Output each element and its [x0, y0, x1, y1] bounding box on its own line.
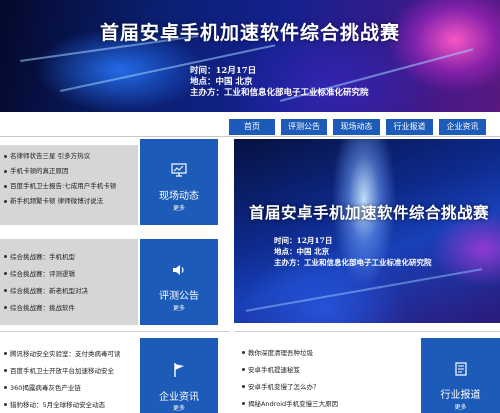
document-icon: [454, 362, 467, 376]
news-link[interactable]: 腾讯移动安全实验室：支付类病毒可读: [0, 346, 138, 363]
divider: [234, 331, 500, 332]
news-link[interactable]: 揭秘Android手机变慢三大原因: [238, 396, 418, 413]
nav-company[interactable]: 企业资讯: [439, 119, 486, 135]
industry-news-panel: 教你深度清理吾种垃圾 安卓手机提速秘笈 安卓手机变慢了怎么办？ 揭秘Androi…: [238, 343, 418, 413]
monitor-icon: [171, 163, 187, 177]
banner-title: 首届安卓手机加速软件综合挑战赛: [100, 22, 401, 44]
news-link[interactable]: 教你深度清理吾种垃圾: [238, 345, 418, 362]
live-news-panel: 名律师状告三星 引多方热议 手机卡顿的真正原因 百度手机卫士报告:七成用户手机卡…: [0, 145, 138, 225]
news-link[interactable]: 综合挑战赛：新老机型对决: [0, 283, 138, 300]
news-link[interactable]: 安卓手机变慢了怎么办？: [238, 379, 418, 396]
news-link[interactable]: 安卓手机提速秘笈: [238, 362, 418, 379]
light-streak-decoration: [245, 268, 483, 312]
feature-time: 时间：12月17日: [274, 236, 333, 245]
news-link[interactable]: 名律师状告三星 引多方热议: [0, 149, 138, 164]
feature-title: 首届安卓手机加速软件综合挑战赛: [248, 203, 489, 222]
category-title: 行业报道: [440, 390, 481, 401]
news-link[interactable]: 新手机频繁卡顿 律师微博讨说法: [0, 194, 138, 209]
nav-industry[interactable]: 行业报道: [386, 119, 433, 135]
more-link[interactable]: 更多: [140, 403, 218, 412]
feature-organizer: 主办方：工业和信息化部电子工业标准化研究院: [274, 258, 432, 267]
header-banner: 首届安卓手机加速软件综合挑战赛 时间：12月17日 地点：中国 北京 主办方：工…: [0, 0, 500, 112]
nav-review[interactable]: 评测公告: [281, 119, 327, 135]
nav-live[interactable]: 现场动态: [333, 119, 380, 135]
banner-organizer: 主办方：工业和信息化部电子工业标准化研究院: [190, 88, 369, 98]
category-title: 现场动态: [159, 191, 199, 202]
more-link[interactable]: 更多: [140, 303, 218, 312]
news-link[interactable]: 综合挑战赛：评测逻辑: [0, 266, 138, 283]
flag-icon: [174, 363, 184, 377]
news-link[interactable]: 百度手机卫士报告:七成用户手机卡顿: [0, 179, 138, 194]
news-link[interactable]: 百度手机卫士开放平台加速移动安全: [0, 363, 138, 380]
speaker-icon: [173, 265, 184, 275]
category-review[interactable]: 评测公告 更多: [140, 239, 218, 325]
more-link[interactable]: 更多: [140, 203, 218, 212]
news-link[interactable]: 360揭露病毒灰色产业链: [0, 380, 138, 397]
divider: [0, 136, 500, 137]
feature-location: 地点：中国 北京: [274, 247, 330, 256]
nav-home[interactable]: 首页: [229, 119, 275, 135]
category-live[interactable]: 现场动态 更多: [140, 139, 218, 225]
review-news-panel: 综合挑战赛：手机机型 综合挑战赛：评测逻辑 综合挑战赛：新老机型对决 综合挑战赛…: [0, 239, 138, 325]
category-title: 评测公告: [159, 291, 199, 302]
news-link[interactable]: 手机卡顿的真正原因: [0, 164, 138, 179]
more-link[interactable]: 更多: [421, 402, 500, 411]
category-company[interactable]: 企业资讯 更多: [140, 338, 218, 413]
news-link[interactable]: 综合挑战赛：挑战软件: [0, 300, 138, 317]
main-nav: 首页 评测公告 现场动态 行业报道 企业资讯: [229, 119, 486, 135]
category-title: 企业资讯: [159, 392, 199, 403]
category-industry[interactable]: 行业报道 更多: [421, 338, 500, 413]
divider: [0, 331, 230, 332]
news-link[interactable]: 综合挑战赛：手机机型: [0, 249, 138, 266]
featured-banner-image[interactable]: 首届安卓手机加速软件综合挑战赛 时间：12月17日 地点：中国 北京 主办方：工…: [234, 139, 500, 323]
company-news-panel: 腾讯移动安全实验室：支付类病毒可读 百度手机卫士开放平台加速移动安全 360揭露…: [0, 344, 138, 413]
news-link[interactable]: 猎豹移动：5月全球移动安全动态: [0, 397, 138, 413]
